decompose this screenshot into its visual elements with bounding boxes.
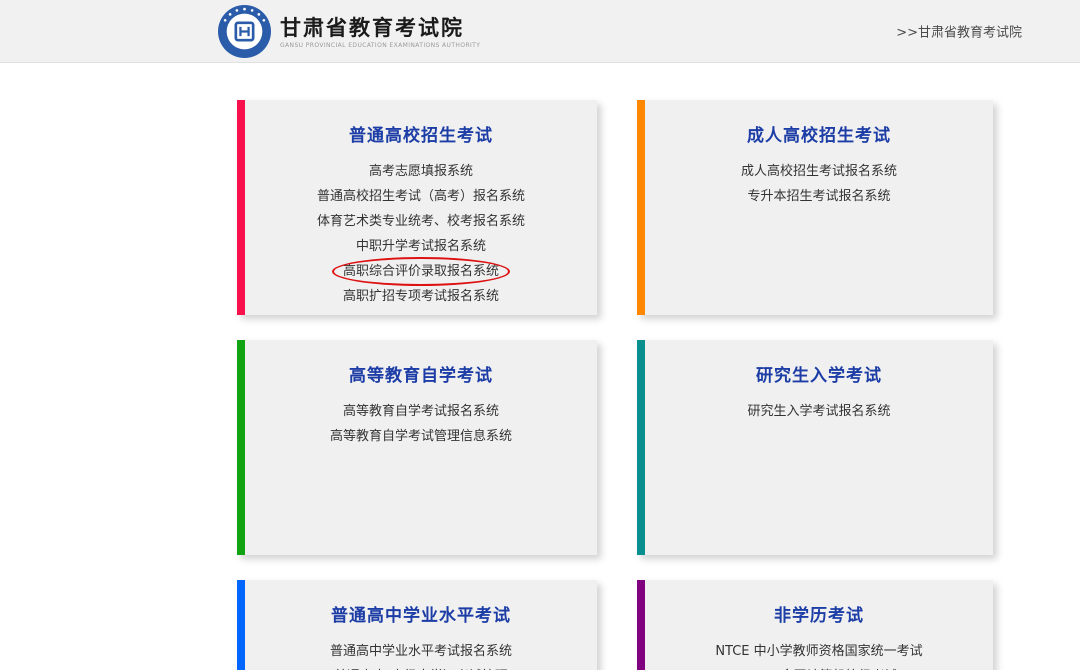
logo-title: 甘肃省教育考试院 — [280, 15, 480, 41]
link-vocational-promotion[interactable]: 中职升学考试报名系统 — [245, 234, 597, 259]
link-gaokao-registration[interactable]: 普通高校招生考试（高考）报名系统 — [245, 184, 597, 209]
link-highschool-level-registration[interactable]: 普通高中学业水平考试报名系统 — [245, 639, 597, 664]
card-general-college-exam: 普通高校招生考试 高考志愿填报系统 普通高校招生考试（高考）报名系统 体育艺术类… — [237, 100, 597, 315]
card-non-degree-exam: 非学历考试 NTCE 中小学教师资格国家统一考试 NCRE 全国计算机等级考试 — [637, 580, 993, 670]
card-highschool-level-exam: 普通高中学业水平考试 普通高中学业水平考试报名系统 普通高中(高级中学）考试管理 — [237, 580, 597, 670]
logo-text: 甘肃省教育考试院 GANSU PROVINCIAL EDUCATION EXAM… — [280, 15, 480, 49]
site-header: 甘肃省教育考试院 GANSU PROVINCIAL EDUCATION EXAM… — [0, 0, 1080, 63]
card-title: 普通高中学业水平考试 — [245, 601, 597, 626]
link-vocational-expansion[interactable]: 高职扩招专项考试报名系统 — [245, 284, 597, 309]
card-title: 成人高校招生考试 — [645, 121, 993, 146]
exam-cards-grid: 普通高校招生考试 高考志愿填报系统 普通高校招生考试（高考）报名系统 体育艺术类… — [237, 100, 993, 670]
card-adult-college-exam: 成人高校招生考试 成人高校招生考试报名系统 专升本招生考试报名系统 — [637, 100, 993, 315]
circled-link-wrap: 高职综合评价录取报名系统 — [343, 259, 499, 284]
link-zhuanshengben-registration[interactable]: 专升本招生考试报名系统 — [645, 184, 993, 209]
link-adult-college-registration[interactable]: 成人高校招生考试报名系统 — [645, 159, 993, 184]
card-self-study-exam: 高等教育自学考试 高等教育自学考试报名系统 高等教育自学考试管理信息系统 — [237, 340, 597, 555]
home-link[interactable]: >>甘肃省教育考试院 — [896, 22, 1022, 41]
card-title: 研究生入学考试 — [645, 361, 993, 386]
link-highschool-exam-management[interactable]: 普通高中(高级中学）考试管理 — [245, 664, 597, 670]
card-graduate-exam: 研究生入学考试 研究生入学考试报名系统 — [637, 340, 993, 555]
gansu-education-seal-icon — [218, 5, 271, 58]
link-sports-arts-registration[interactable]: 体育艺术类专业统考、校考报名系统 — [245, 209, 597, 234]
link-graduate-registration[interactable]: 研究生入学考试报名系统 — [645, 399, 993, 424]
link-self-study-management[interactable]: 高等教育自学考试管理信息系统 — [245, 424, 597, 449]
link-gaokao-volunteer[interactable]: 高考志愿填报系统 — [245, 159, 597, 184]
card-title: 非学历考试 — [645, 601, 993, 626]
link-ntce[interactable]: NTCE 中小学教师资格国家统一考试 — [645, 639, 993, 664]
link-vocational-comprehensive-eval[interactable]: 高职综合评价录取报名系统 — [245, 259, 597, 284]
circled-link-label: 高职综合评价录取报名系统 — [343, 264, 499, 279]
card-title: 高等教育自学考试 — [245, 361, 597, 386]
card-title: 普通高校招生考试 — [245, 121, 597, 146]
link-self-study-registration[interactable]: 高等教育自学考试报名系统 — [245, 399, 597, 424]
logo-subtitle: GANSU PROVINCIAL EDUCATION EXAMINATIONS … — [280, 42, 480, 49]
site-logo: 甘肃省教育考试院 GANSU PROVINCIAL EDUCATION EXAM… — [218, 5, 480, 58]
link-ncre[interactable]: NCRE 全国计算机等级考试 — [645, 664, 993, 670]
